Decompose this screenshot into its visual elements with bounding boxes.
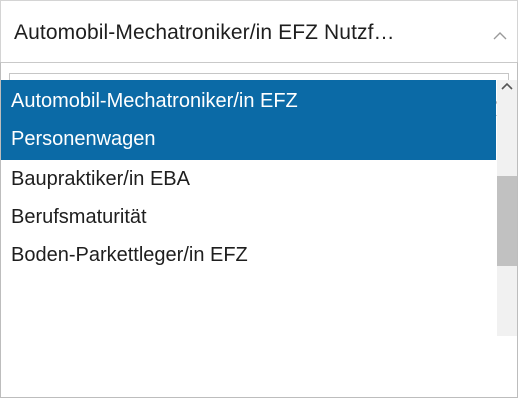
option-label: Berufsmaturität bbox=[11, 206, 147, 228]
option-label: Boden-Parkettleger/in EFZ bbox=[11, 244, 248, 266]
selected-value: Automobil-Mechatroniker/in EFZ Nutzf… bbox=[14, 21, 395, 44]
option-label: Automobil-Mechatroniker/in EFZ bbox=[11, 90, 298, 112]
option-label-continued: Personenwagen bbox=[11, 128, 156, 150]
list-item[interactable]: Boden-Parkettleger/in EFZ bbox=[1, 236, 496, 274]
list-item[interactable]: Berufsmaturität bbox=[1, 198, 496, 236]
scroll-up-arrow-icon[interactable] bbox=[500, 80, 514, 94]
scrollbar[interactable] bbox=[497, 80, 517, 336]
option-label: Baupraktiker/in EBA bbox=[11, 168, 190, 190]
list-item[interactable]: Baupraktiker/in EBA bbox=[1, 160, 496, 198]
chevron-up-icon[interactable] bbox=[493, 31, 507, 41]
options-list: Automobil-Mechatroniker/in EFZ Personenw… bbox=[1, 80, 496, 336]
list-item-selected[interactable]: Automobil-Mechatroniker/in EFZ Personenw… bbox=[1, 80, 496, 160]
scroll-thumb[interactable] bbox=[497, 176, 517, 266]
